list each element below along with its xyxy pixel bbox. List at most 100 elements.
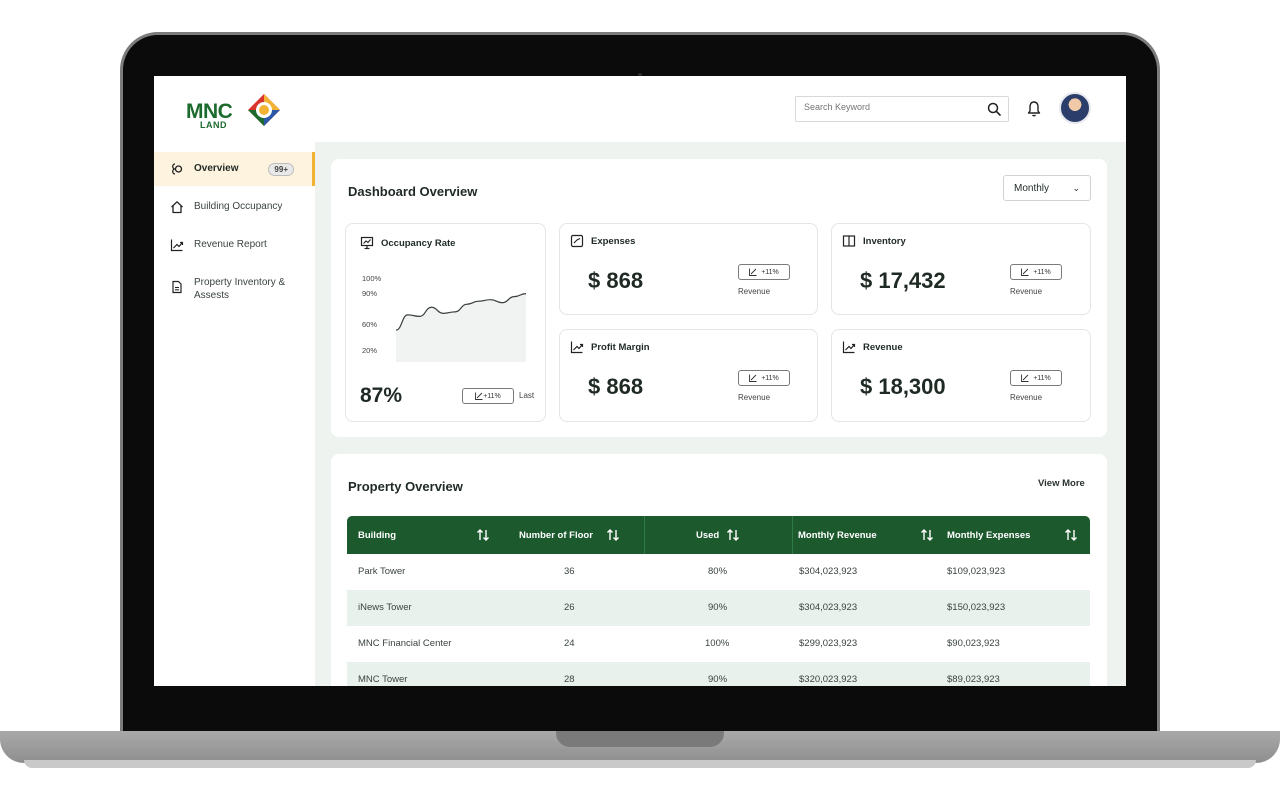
property-title: Property Overview bbox=[348, 479, 463, 494]
column-header-used[interactable]: Used bbox=[696, 516, 739, 554]
logo-mark-icon bbox=[248, 94, 280, 126]
notification-badge: 99+ bbox=[268, 163, 294, 176]
book-icon bbox=[842, 235, 856, 247]
cell-revenue: $320,023,923 bbox=[799, 674, 858, 685]
period-select-value: Monthly bbox=[1014, 182, 1050, 194]
occupancy-rate-card[interactable]: Occupancy Rate 100% 90% 60% 20% 87% +11%… bbox=[345, 223, 546, 422]
trend-up-icon bbox=[1021, 374, 1029, 382]
column-header-monthly-revenue[interactable]: Monthly Revenue bbox=[798, 516, 933, 554]
occupancy-area bbox=[396, 293, 526, 362]
card-value: $ 868 bbox=[588, 268, 644, 293]
table-row[interactable]: iNews Tower 26 90% $304,023,923 $150,023… bbox=[347, 590, 1090, 626]
cell-used: 90% bbox=[708, 674, 728, 685]
screen: MNC LAND Search Keyword Overview 99+ Bui… bbox=[154, 76, 1126, 686]
property-overview-panel: Property Overview View More Building Num… bbox=[331, 454, 1107, 686]
table-row[interactable]: Park Tower 36 80% $304,023,923 $109,023,… bbox=[347, 554, 1090, 590]
expenses-card[interactable]: Expenses $ 868 +11% Revenue bbox=[559, 223, 818, 315]
profit-margin-card[interactable]: Profit Margin $ 868 +11% Revenue bbox=[559, 329, 818, 422]
sidebar-item-property-inventory[interactable]: Property Inventory & Assests bbox=[154, 266, 315, 310]
column-header-label: Used bbox=[696, 529, 720, 541]
laptop-shadow bbox=[24, 760, 1256, 768]
cell-used: 80% bbox=[708, 566, 728, 577]
dashboard-overview-panel: Dashboard Overview Monthly ⌄ Occupancy R… bbox=[331, 159, 1107, 437]
sort-icon[interactable] bbox=[605, 527, 621, 543]
card-title: Revenue bbox=[863, 341, 903, 353]
column-header-label: Building bbox=[358, 529, 396, 541]
column-divider bbox=[792, 516, 793, 554]
y-tick-label: 20% bbox=[362, 346, 378, 355]
inventory-card[interactable]: Inventory $ 17,432 +11% Revenue bbox=[831, 223, 1091, 315]
monitor-icon bbox=[360, 236, 374, 250]
column-header-building[interactable]: Building bbox=[358, 516, 489, 554]
search-icon[interactable] bbox=[986, 101, 1002, 117]
home-icon bbox=[171, 201, 183, 214]
sidebar-item-overview[interactable]: Overview 99+ bbox=[154, 152, 315, 186]
column-divider bbox=[644, 516, 645, 554]
cell-floors: 26 bbox=[564, 602, 575, 613]
trend-value: +11% bbox=[761, 374, 779, 382]
y-tick-label: 90% bbox=[362, 289, 378, 298]
card-title: Expenses bbox=[591, 235, 636, 247]
sort-icon[interactable] bbox=[475, 527, 491, 543]
trend-pill: +11% bbox=[738, 264, 790, 280]
revenue-card[interactable]: Revenue $ 18,300 +11% Revenue bbox=[831, 329, 1091, 422]
column-header-floors[interactable]: Number of Floor bbox=[519, 516, 619, 554]
trend-caption: Revenue bbox=[738, 287, 771, 296]
trend-value: +11% bbox=[483, 392, 501, 400]
sidebar-item-label: Revenue Report bbox=[194, 239, 267, 250]
search-input[interactable] bbox=[804, 102, 974, 112]
sidebar-item-revenue-report[interactable]: Revenue Report bbox=[154, 228, 315, 262]
sort-icon[interactable] bbox=[919, 527, 935, 543]
cell-building: iNews Tower bbox=[358, 602, 412, 613]
table-row[interactable]: MNC Financial Center 24 100% $299,023,92… bbox=[347, 626, 1090, 662]
sort-icon[interactable] bbox=[1063, 527, 1079, 543]
cell-expenses: $109,023,923 bbox=[947, 566, 1006, 577]
trend-pill: +11% bbox=[462, 388, 514, 404]
bell-icon[interactable] bbox=[1026, 100, 1042, 118]
sidebar: Overview 99+ Building Occupancy Revenue … bbox=[154, 142, 315, 686]
sidebar-item-label: Property Inventory & Assests bbox=[194, 277, 286, 301]
card-title: Inventory bbox=[863, 235, 906, 247]
cell-floors: 28 bbox=[564, 674, 575, 685]
laptop-notch bbox=[556, 731, 724, 747]
sort-icon[interactable] bbox=[725, 527, 741, 543]
column-header-label: Monthly Revenue bbox=[798, 529, 877, 541]
trend-up-icon bbox=[475, 392, 483, 400]
top-bar: MNC LAND bbox=[154, 76, 1126, 142]
card-value: $ 17,432 bbox=[860, 268, 946, 293]
chart-box-icon bbox=[570, 234, 584, 248]
trend-up-icon bbox=[170, 239, 184, 252]
user-avatar[interactable] bbox=[1059, 92, 1091, 124]
logo-sub: LAND bbox=[200, 120, 227, 130]
trend-up-icon bbox=[749, 374, 757, 382]
cell-used: 100% bbox=[705, 638, 730, 649]
card-value: $ 868 bbox=[588, 374, 644, 399]
card-title: Occupancy Rate bbox=[381, 237, 456, 249]
trend-caption: Last bbox=[519, 391, 535, 400]
cell-revenue: $299,023,923 bbox=[799, 638, 858, 649]
cell-floors: 36 bbox=[564, 566, 575, 577]
trend-value: +11% bbox=[1033, 374, 1051, 382]
period-select[interactable]: Monthly ⌄ bbox=[1003, 175, 1091, 201]
cell-building: MNC Financial Center bbox=[358, 638, 452, 649]
sidebar-item-label: Overview bbox=[194, 163, 239, 174]
sidebar-item-building-occupancy[interactable]: Building Occupancy bbox=[154, 190, 315, 224]
trend-caption: Revenue bbox=[1010, 393, 1043, 402]
trend-up-icon bbox=[570, 341, 584, 354]
mnc-land-logo[interactable]: MNC LAND bbox=[184, 86, 284, 132]
cell-expenses: $150,023,923 bbox=[947, 602, 1006, 613]
view-more-link[interactable]: View More bbox=[1038, 478, 1085, 489]
card-title: Profit Margin bbox=[591, 341, 650, 353]
sidebar-item-label: Building Occupancy bbox=[194, 201, 283, 212]
search-box[interactable] bbox=[795, 96, 1009, 122]
trend-pill: +11% bbox=[1010, 370, 1062, 386]
occupancy-line-chart bbox=[395, 293, 527, 362]
cell-revenue: $304,023,923 bbox=[799, 602, 858, 613]
trend-pill: +11% bbox=[738, 370, 790, 386]
cell-revenue: $304,023,923 bbox=[799, 566, 858, 577]
trend-value: +11% bbox=[1033, 268, 1051, 276]
column-header-label: Monthly Expenses bbox=[947, 529, 1031, 541]
table-row[interactable]: MNC Tower 28 90% $320,023,923 $89,023,92… bbox=[347, 662, 1090, 686]
column-header-monthly-expenses[interactable]: Monthly Expenses bbox=[947, 516, 1077, 554]
trend-caption: Revenue bbox=[1010, 287, 1043, 296]
